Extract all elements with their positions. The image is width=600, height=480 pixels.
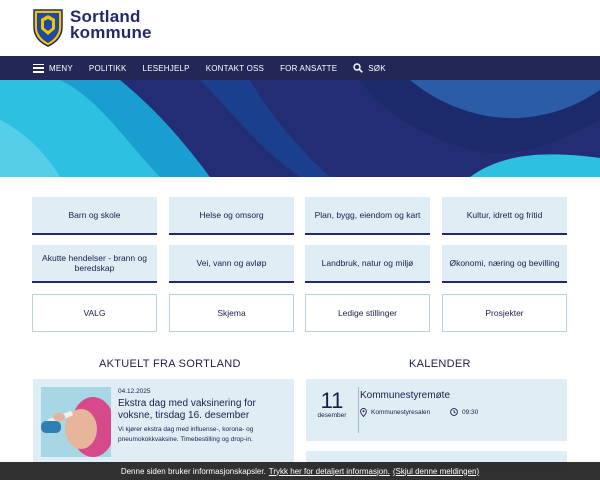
site-header: Sortland kommune bbox=[0, 0, 600, 56]
menu-button[interactable]: MENY bbox=[33, 63, 73, 73]
event-title[interactable]: Kommunestyremøte bbox=[360, 390, 450, 401]
nav-item-lesehjelp[interactable]: LESEHJELP bbox=[143, 64, 190, 73]
search-button[interactable]: SØK bbox=[353, 63, 386, 73]
tile-akutte-hendelser[interactable]: Akutte hendelser - brann og beredskap bbox=[32, 245, 157, 283]
news-excerpt: Vi kjører ekstra dag med influense-, kor… bbox=[118, 426, 254, 443]
vaccination-photo bbox=[41, 387, 111, 457]
event-divider bbox=[358, 387, 359, 433]
logo-text: Sortland kommune bbox=[70, 8, 152, 42]
tile-skjema[interactable]: Skjema bbox=[169, 294, 294, 332]
nav-item-kontakt-oss[interactable]: KONTAKT OSS bbox=[206, 64, 264, 73]
event-location: Kommunestyresalen bbox=[360, 408, 430, 417]
coat-of-arms-icon bbox=[33, 9, 63, 47]
news-card[interactable]: 04.12.2025 Ekstra dag med vaksinering fo… bbox=[33, 379, 294, 464]
event-location-label: Kommunestyresalen bbox=[371, 409, 431, 416]
nav-item-politikk[interactable]: POLITIKK bbox=[89, 64, 127, 73]
tile-barn-og-skole[interactable]: Barn og skole bbox=[32, 197, 157, 235]
tile-okonomi-naering[interactable]: Økonomi, næring og bevilling bbox=[442, 245, 567, 283]
tile-kultur-idrett[interactable]: Kultur, idrett og fritid bbox=[442, 197, 567, 235]
calendar-event-card[interactable]: 11 desember Kommunestyremøte Kommunestyr… bbox=[306, 379, 567, 441]
tile-ledige-stillinger[interactable]: Ledige stillinger bbox=[305, 294, 430, 332]
cookie-dismiss-link[interactable]: (Skjul denne meldingen) bbox=[393, 467, 479, 476]
hero-banner bbox=[0, 80, 600, 177]
cookie-banner: Denne siden bruker informasjonskapsler. … bbox=[0, 462, 600, 480]
hero-wave-graphic bbox=[0, 80, 600, 177]
tile-prosjekter[interactable]: Prosjekter bbox=[442, 294, 567, 332]
news-image bbox=[41, 387, 111, 457]
search-label: SØK bbox=[368, 63, 386, 73]
nav-item-for-ansatte[interactable]: FOR ANSATTE bbox=[280, 64, 337, 73]
cookie-info-link[interactable]: Trykk her for detaljert informasjon. bbox=[269, 467, 390, 476]
clock-icon bbox=[450, 408, 458, 416]
location-pin-icon bbox=[360, 408, 367, 417]
tile-helse-og-omsorg[interactable]: Helse og omsorg bbox=[169, 197, 294, 235]
menu-label: MENY bbox=[49, 63, 73, 73]
hamburger-icon bbox=[33, 63, 44, 73]
tile-vei-vann-avlop[interactable]: Vei, vann og avløp bbox=[169, 245, 294, 283]
site-logo[interactable]: Sortland kommune bbox=[33, 8, 152, 47]
news-date: 04.12.2025 bbox=[118, 388, 151, 395]
event-month: desember bbox=[317, 412, 347, 419]
event-day: 11 bbox=[320, 388, 344, 413]
logo-line-2: kommune bbox=[70, 23, 152, 42]
cookie-text: Denne siden bruker informasjonskapsler. bbox=[120, 466, 266, 476]
tile-landbruk-natur[interactable]: Landbruk, natur og miljø bbox=[305, 245, 430, 283]
calendar-heading: KALENDER bbox=[409, 358, 471, 370]
main-nav: MENY POLITIKK LESEHJELP KONTAKT OSS FOR … bbox=[0, 56, 600, 80]
event-time: 09:30 bbox=[450, 408, 478, 416]
search-icon bbox=[353, 63, 364, 73]
news-title[interactable]: Ekstra dag med vaksinering for voksne, t… bbox=[118, 398, 288, 422]
news-heading: AKTUELT FRA SORTLAND bbox=[99, 358, 241, 370]
event-time-label: 09:30 bbox=[462, 408, 479, 416]
tile-valg[interactable]: VALG bbox=[32, 294, 157, 332]
tile-plan-bygg-eiendom[interactable]: Plan, bygg, eiendom og kart bbox=[305, 197, 430, 235]
